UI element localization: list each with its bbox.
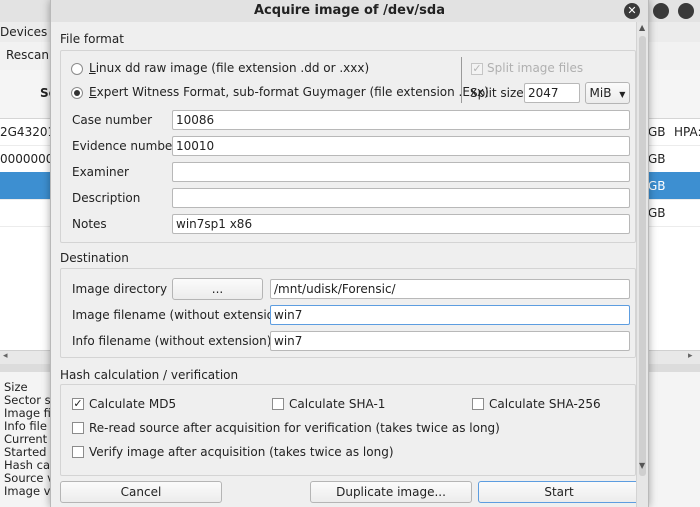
examiner-input[interactable] — [172, 162, 630, 182]
scroll-left-icon[interactable]: ◂ — [3, 351, 8, 361]
info-label: Hash cal — [4, 458, 54, 472]
notes-label: Notes — [72, 217, 107, 231]
info-label: Source v — [4, 471, 54, 485]
info-label: Image fil — [4, 406, 55, 420]
row-size-unit: GB — [648, 152, 666, 166]
split-size-label: Split size — [470, 86, 524, 100]
scroll-down-icon[interactable]: ▼ — [639, 461, 645, 470]
info-label: Sector si — [4, 393, 54, 407]
info-label: Info file — [4, 419, 47, 433]
sha256-label[interactable]: Calculate SHA-256 — [489, 397, 601, 411]
description-label: Description — [72, 191, 141, 205]
file-format-heading: File format — [60, 32, 124, 46]
hash-heading: Hash calculation / verification — [60, 368, 239, 382]
row-size-unit: GB — [648, 206, 666, 220]
ewf-mnemonic: E — [89, 85, 97, 99]
split-image-files-label: Split image files — [487, 61, 584, 75]
scroll-up-icon[interactable]: ▲ — [639, 23, 645, 32]
row-hpa: HPA: — [674, 125, 700, 139]
image-filename-label: Image filename (without extension) — [72, 308, 287, 322]
browse-directory-button[interactable]: ... — [172, 278, 263, 300]
examiner-label: Examiner — [72, 165, 129, 179]
destination-heading: Destination — [60, 251, 129, 265]
scroll-right-icon[interactable]: ▸ — [688, 351, 693, 361]
ewf-label[interactable]: Expert Witness Format, sub-format Guymag… — [89, 85, 489, 99]
md5-label[interactable]: Calculate MD5 — [89, 397, 176, 411]
menu-devices[interactable]: Devices — [0, 25, 47, 39]
linux-dd-radio[interactable] — [71, 63, 83, 75]
vertical-separator — [461, 57, 462, 103]
cancel-button[interactable]: Cancel — [60, 481, 222, 503]
split-image-files-checkbox[interactable]: ✓ — [471, 63, 483, 75]
row-size-unit: GB — [648, 179, 666, 193]
image-directory-input[interactable]: /mnt/udisk/Forensic/ — [270, 279, 630, 299]
info-label: Current s — [4, 432, 57, 446]
sha256-checkbox[interactable] — [472, 398, 484, 410]
maximize-icon[interactable] — [653, 3, 669, 19]
case-number-label: Case number — [72, 113, 153, 127]
row-size-unit: GB — [648, 125, 666, 139]
linux-dd-label[interactable]: Linux dd raw image (file extension .dd o… — [89, 61, 369, 75]
close-icon[interactable] — [678, 3, 694, 19]
evidence-number-label: Evidence number — [72, 139, 178, 153]
split-unit-value: MiB — [589, 86, 612, 100]
linux-dd-label-text: inux dd raw image (file extension .dd or… — [95, 61, 370, 75]
sha1-label[interactable]: Calculate SHA-1 — [289, 397, 385, 411]
hash-group: ✓ Calculate MD5 Calculate SHA-1 Calculat… — [60, 384, 636, 476]
image-filename-input[interactable]: win7 — [270, 305, 630, 325]
reread-label[interactable]: Re-read source after acquisition for ver… — [89, 421, 500, 435]
close-icon[interactable]: ✕ — [624, 3, 640, 19]
row-serial: 2G43201 — [0, 125, 56, 139]
scrollbar-thumb[interactable] — [639, 36, 646, 476]
info-label: Size — [4, 380, 28, 394]
file-format-group: Linux dd raw image (file extension .dd o… — [60, 50, 636, 243]
description-input[interactable] — [172, 188, 630, 208]
info-filename-input[interactable]: win7 — [270, 331, 630, 351]
info-filename-label: Info filename (without extension) — [72, 334, 272, 348]
verify-label[interactable]: Verify image after acquisition (takes tw… — [89, 445, 394, 459]
chevron-down-icon: ▼ — [619, 90, 626, 99]
dialog-title: Acquire image of /dev/sda — [51, 0, 648, 23]
split-size-input[interactable]: 2047 — [524, 83, 580, 103]
ewf-radio[interactable] — [71, 87, 83, 99]
linux-dd-mnemonic: L — [89, 61, 96, 75]
start-button[interactable]: Start — [478, 481, 640, 503]
reread-checkbox[interactable] — [72, 422, 84, 434]
split-unit-select[interactable]: MiB ▼ — [585, 82, 630, 104]
verify-checkbox[interactable] — [72, 446, 84, 458]
evidence-number-input[interactable]: 10010 — [172, 136, 630, 156]
image-directory-label: Image directory — [72, 282, 168, 296]
destination-group: Image directory ... /mnt/udisk/Forensic/… — [60, 268, 636, 358]
ewf-label-text: xpert Witness Format, sub-format Guymage… — [96, 85, 489, 99]
duplicate-image-button[interactable]: Duplicate image... — [310, 481, 472, 503]
info-label: Started — [4, 445, 47, 459]
case-number-input[interactable]: 10086 — [172, 110, 630, 130]
rescan-button[interactable]: Rescan — [6, 48, 49, 62]
dialog-vertical-scrollbar[interactable]: ▲ ▼ — [636, 22, 648, 507]
dialog-content: File format Linux dd raw image (file ext… — [51, 22, 648, 507]
acquire-dialog: Acquire image of /dev/sda ✕ File format … — [50, 0, 649, 507]
notes-input[interactable]: win7sp1 x86 — [172, 214, 630, 234]
sha1-checkbox[interactable] — [272, 398, 284, 410]
md5-checkbox[interactable]: ✓ — [72, 398, 84, 410]
